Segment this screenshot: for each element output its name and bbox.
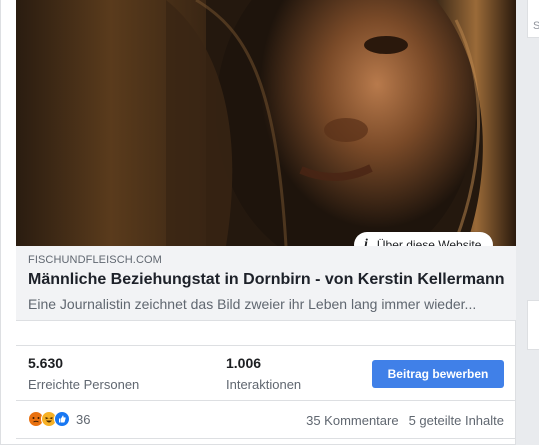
right-panel-letter: S <box>533 20 539 32</box>
right-panel-edge <box>527 0 539 38</box>
link-description: Eine Journalistin zeichnet das Bild zwei… <box>28 296 477 312</box>
reach-stat: 5.630 Erreichte Personen <box>28 355 139 392</box>
interactions-label: Interaktionen <box>226 377 302 392</box>
reach-value: 5.630 <box>28 355 64 371</box>
link-preview-image[interactable] <box>16 0 516 246</box>
reaction-count: 36 <box>76 411 91 427</box>
divider <box>16 345 516 346</box>
link-title: Männliche Beziehungstat in Dornbirn - vo… <box>28 271 504 288</box>
engagement-summary: 35 Kommentare 5 geteilte Inhalte <box>306 413 504 428</box>
reactions-summary[interactable]: 36 <box>28 411 90 427</box>
like-icon <box>54 411 70 427</box>
divider <box>16 438 516 439</box>
promote-post-button[interactable]: Beitrag bewerben <box>372 360 504 388</box>
right-panel-edge-lower <box>527 300 539 350</box>
comments-count[interactable]: 35 Kommentare <box>306 413 399 428</box>
shares-count[interactable]: 5 geteilte Inhalte <box>409 413 504 428</box>
divider <box>16 400 516 401</box>
interactions-value: 1.006 <box>226 355 262 371</box>
link-domain: FISCHUNDFLEISCH.COM <box>28 254 162 266</box>
portrait-photo <box>16 0 516 246</box>
link-preview-meta[interactable]: FISCHUNDFLEISCH.COM Männliche Beziehungs… <box>16 246 516 321</box>
interactions-stat: 1.006 Interaktionen <box>226 355 301 392</box>
reach-label: Erreichte Personen <box>28 377 140 392</box>
